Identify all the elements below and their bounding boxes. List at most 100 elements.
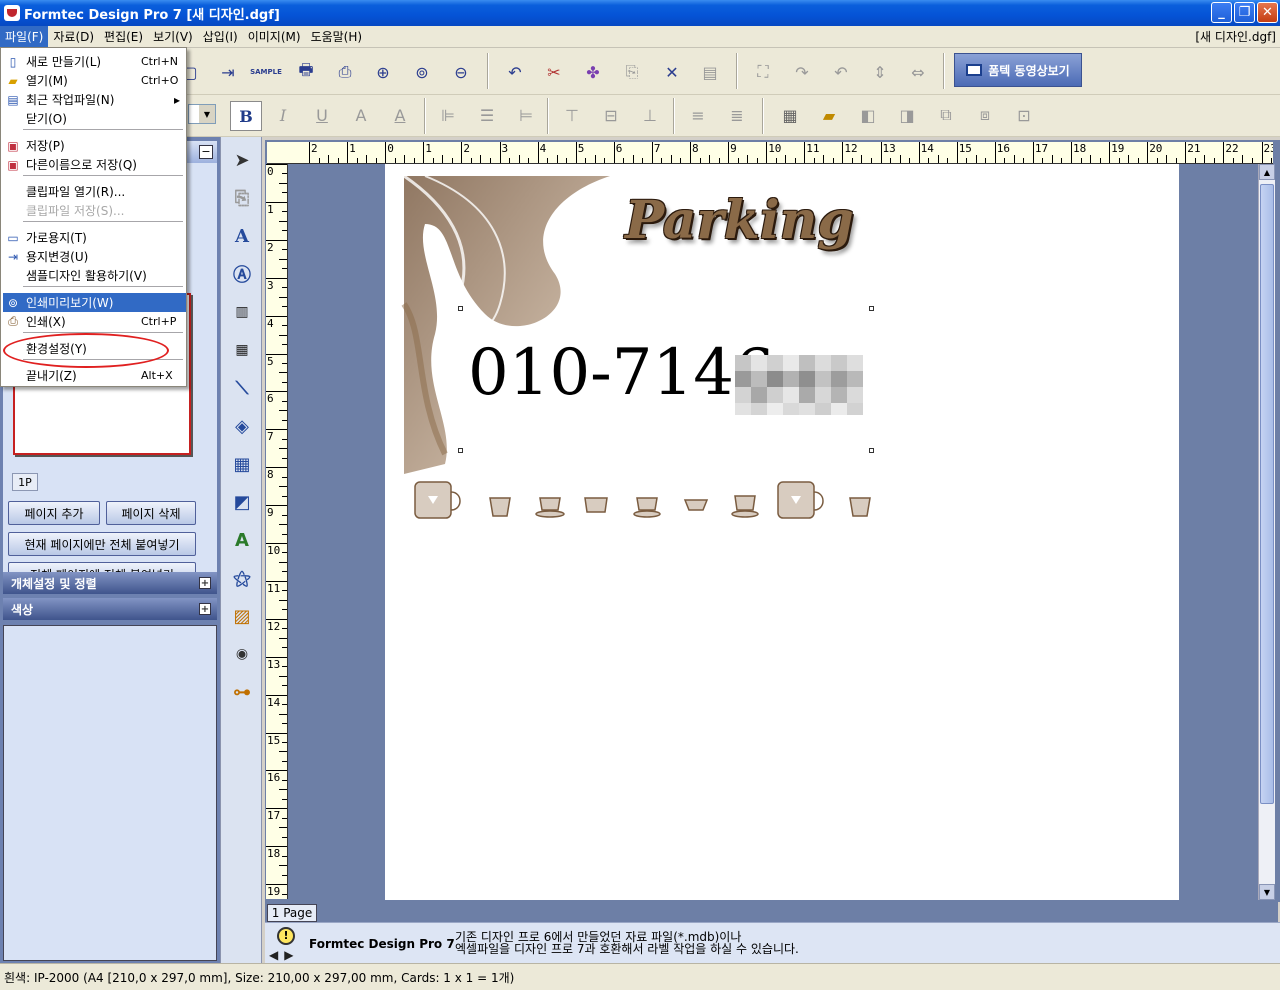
font-size-select[interactable]: ▼ <box>188 104 216 124</box>
file-menu-item[interactable]: ▣ 다른이름으로 저장(Q) <box>3 155 186 174</box>
image-icon[interactable]: ▨ <box>227 601 257 631</box>
undo-icon[interactable]: ↶ <box>500 57 530 87</box>
section-color[interactable]: 색상 + <box>3 598 217 620</box>
flip-horizontal-icon[interactable]: ⇔ <box>903 57 933 87</box>
text-box-icon[interactable]: Ⓐ <box>227 259 257 289</box>
file-menu-item[interactable]: ⇥ 용지변경(U) <box>3 247 186 266</box>
copy-icon[interactable]: ⎘ <box>617 57 647 87</box>
word-art-icon[interactable]: A <box>227 525 257 555</box>
crop-icon[interactable]: ⛶ <box>748 57 778 87</box>
vertical-scrollbar[interactable]: ▲ ▼ <box>1258 164 1275 900</box>
group-icon[interactable]: ⧉ <box>931 100 961 130</box>
menu-image[interactable]: 이미지(M) <box>243 26 306 47</box>
maximize-button[interactable]: ❐ <box>1234 2 1255 23</box>
file-menu-item[interactable]: ▯ 새로 만들기(L) Ctrl+N <box>3 52 186 71</box>
file-menu-item[interactable]: 닫기(O) <box>3 109 186 128</box>
align-middle-icon[interactable]: ⊟ <box>596 100 626 130</box>
calendar-icon[interactable]: ▦ <box>775 100 805 130</box>
zoom-out-icon[interactable]: ⊖ <box>446 57 476 87</box>
menu-help[interactable]: 도움말(H) <box>306 26 368 47</box>
barcode2-icon[interactable]: ▦ <box>227 335 257 365</box>
page-tab-1[interactable]: 1P <box>12 473 38 491</box>
rotate-left-icon[interactable]: ↶ <box>826 57 856 87</box>
properties-icon[interactable]: ▤ <box>695 57 725 87</box>
paste-icon[interactable]: ✤ <box>578 57 608 87</box>
bring-front-icon[interactable]: ◨ <box>892 100 922 130</box>
flip-vertical-icon[interactable]: ⇕ <box>865 57 895 87</box>
align-right-icon[interactable]: ⊨ <box>511 100 541 130</box>
table-icon[interactable]: ▦ <box>227 449 257 479</box>
ruler-h-number: 10 <box>768 142 782 155</box>
section-objects-align[interactable]: 개체설정 및 정렬 + <box>3 572 217 594</box>
select-arrow-icon[interactable]: ➤ <box>227 145 257 175</box>
shapes-icon[interactable]: ◈ <box>227 411 257 441</box>
menu-view[interactable]: 보기(V) <box>148 26 198 47</box>
folder-icon[interactable]: ▰ <box>814 100 844 130</box>
file-menu-item[interactable]: ▤ 최근 작업파일(N) ▸ <box>3 90 186 109</box>
line-spacing-icon[interactable]: ≡ <box>683 100 713 130</box>
cut-icon[interactable]: ✂ <box>539 57 569 87</box>
ruler-tick <box>282 647 287 649</box>
parking-heading[interactable]: Parking <box>625 190 854 251</box>
align-top-icon[interactable]: ⊤ <box>557 100 587 130</box>
close-button[interactable]: ✕ <box>1257 2 1278 23</box>
lock-icon[interactable]: ⊡ <box>1009 100 1039 130</box>
scroll-down-icon[interactable]: ▼ <box>1259 884 1275 900</box>
barcode-icon[interactable]: ▥ <box>227 297 257 327</box>
file-menu-item[interactable]: ⎙ 인쇄(X) Ctrl+P <box>3 312 186 331</box>
file-menu-item[interactable]: 클립파일 저장(S)... <box>3 201 186 220</box>
underline-icon[interactable]: U <box>307 100 337 130</box>
file-menu-item[interactable]: 클립파일 열기(R)... <box>3 182 186 201</box>
char-spacing-icon[interactable]: ≣ <box>722 100 752 130</box>
menu-edit[interactable]: 편집(E) <box>99 26 148 47</box>
paste-current-page-button[interactable]: 현재 페이지에만 전체 붙여넣기 <box>8 532 196 556</box>
collapse-icon[interactable]: − <box>199 145 213 159</box>
align-center-icon[interactable]: ☰ <box>472 100 502 130</box>
add-page-button[interactable]: 페이지 추가 <box>8 501 100 525</box>
mp3-icon[interactable]: ◉ <box>227 639 257 669</box>
expand-icon[interactable]: + <box>199 603 211 615</box>
expand-icon[interactable]: + <box>199 577 211 589</box>
bold-button[interactable]: B <box>230 101 262 131</box>
file-menu-item[interactable]: ▣ 저장(P) <box>3 136 186 155</box>
file-menu-item[interactable]: ⊚ 인쇄미리보기(W) <box>3 293 186 312</box>
file-menu-item[interactable]: 샘플디자인 활용하기(V) <box>3 266 186 285</box>
file-menu-item[interactable]: ▭ 가로용지(T) <box>3 228 186 247</box>
gradient-icon[interactable]: ◩ <box>227 487 257 517</box>
menu-data[interactable]: 자료(D) <box>48 26 99 47</box>
ruler-tick <box>737 158 739 163</box>
print-icon[interactable]: 🖶 <box>291 57 321 87</box>
file-menu-item[interactable]: ▰ 열기(M) Ctrl+O <box>3 71 186 90</box>
outline-text-icon[interactable]: A <box>346 100 376 130</box>
clipart-icon[interactable]: ⚝ <box>227 563 257 593</box>
zoom-fit-icon[interactable]: ⊚ <box>407 57 437 87</box>
rotate-right-icon[interactable]: ↷ <box>787 57 817 87</box>
italic-icon[interactable]: I <box>268 100 298 130</box>
scroll-thumb[interactable] <box>1260 184 1274 804</box>
page-label-1[interactable]: 1 Page <box>267 904 317 922</box>
import-icon[interactable]: ⇥ <box>213 57 243 87</box>
delete-page-button[interactable]: 페이지 삭제 <box>106 501 196 525</box>
org-chart-icon[interactable]: ⊶ <box>227 677 257 707</box>
minimize-button[interactable]: _ <box>1211 2 1232 23</box>
delete-icon[interactable]: ✕ <box>657 57 687 87</box>
design-page[interactable]: Parking <box>385 164 1179 900</box>
ruler-tick <box>279 334 287 336</box>
tip-nav-arrows-icon[interactable]: ◀▶ <box>269 948 299 962</box>
send-back-icon[interactable]: ◧ <box>853 100 883 130</box>
scroll-up-icon[interactable]: ▲ <box>1259 164 1275 180</box>
clipboard-icon[interactable]: ⎘ <box>227 183 257 213</box>
text-tool-icon[interactable]: A <box>227 221 257 251</box>
ungroup-icon[interactable]: ⧈ <box>970 100 1000 130</box>
line-tool-icon[interactable]: ⟍ <box>227 373 257 403</box>
video-tutorial-button[interactable]: 폼텍 동영상보기 <box>954 53 1082 87</box>
align-left-icon[interactable]: ⊫ <box>433 100 463 130</box>
file-menu-item[interactable]: 끝내기(Z) Alt+X <box>3 366 186 385</box>
text-color-icon[interactable]: A <box>385 100 415 130</box>
sample-icon[interactable]: SAMPLE <box>250 57 282 87</box>
print-preview-icon[interactable]: ⎙ <box>330 57 360 87</box>
zoom-in-icon[interactable]: ⊕ <box>368 57 398 87</box>
menu-insert[interactable]: 삽입(I) <box>198 26 243 47</box>
menu-file[interactable]: 파일(F) <box>0 26 49 47</box>
align-bottom-icon[interactable]: ⊥ <box>635 100 665 130</box>
